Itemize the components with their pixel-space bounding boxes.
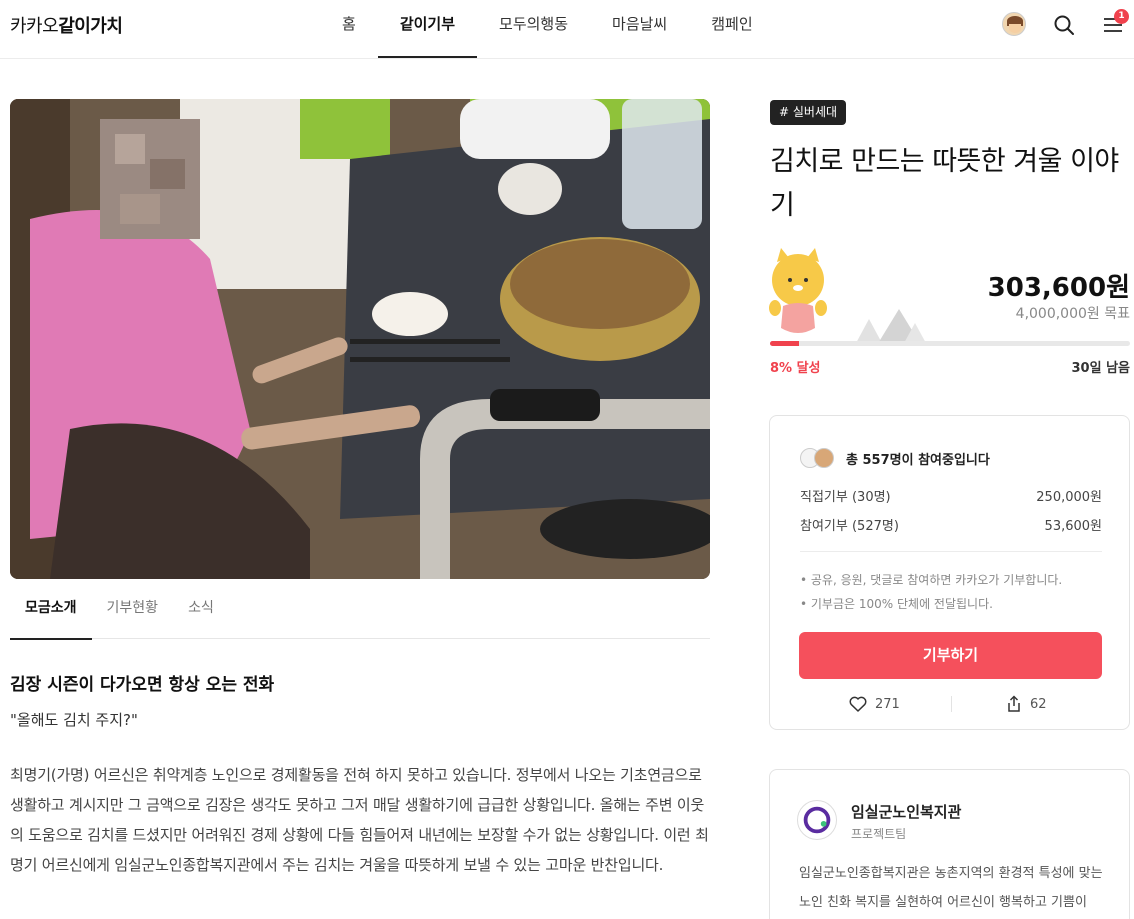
tab-news[interactable]: 소식 xyxy=(173,590,229,639)
share-icon xyxy=(1008,695,1020,712)
nav-action[interactable]: 모두의행동 xyxy=(477,0,590,58)
note-full-delivery: • 기부금은 100% 단체에 전달됩니다. xyxy=(800,597,993,611)
content-tabs: 모금소개 기부현황 소식 xyxy=(10,590,710,640)
goal-amount: 4,000,000원 목표 xyxy=(1015,306,1130,322)
share-count: 62 xyxy=(1030,696,1047,712)
action-divider xyxy=(951,696,952,712)
organization-card: 임실군노인복지관 프로젝트팀 임실군노인종합복지관은 농촌지역의 환경적 특성에… xyxy=(769,769,1130,919)
search-icon[interactable] xyxy=(1053,14,1075,36)
mountains-icon xyxy=(855,309,927,345)
logo-bold: 같이가치 xyxy=(58,16,123,37)
raised-amount: 303,600원 xyxy=(987,273,1130,303)
photo-illustration xyxy=(10,99,710,579)
note-kakao-donates: • 공유, 응원, 댓글로 참여하면 카카오가 기부합니다. xyxy=(800,573,1063,587)
donation-card: 총 557명이 참여중입니다 직접기부 (30명) 250,000원 참여기부 … xyxy=(769,415,1130,730)
participation-donation-label: 참여기부 (527명) xyxy=(800,519,899,534)
heart-icon xyxy=(849,696,867,712)
user-avatar[interactable] xyxy=(1002,12,1026,36)
organization-team: 프로젝트팀 xyxy=(851,827,907,841)
participation-donation-value: 53,600원 xyxy=(1044,519,1102,534)
story-heading: 김장 시즌이 다가오면 항상 오는 전화 xyxy=(10,675,275,695)
days-remaining: 30일 남음 xyxy=(1071,361,1131,376)
direct-donation-row: 직접기부 (30명) 250,000원 xyxy=(800,486,1102,505)
nav-donate-together[interactable]: 같이기부 xyxy=(377,0,478,58)
story-quote: "올해도 김치 주지?" xyxy=(10,711,138,729)
organization-name[interactable]: 임실군노인복지관 xyxy=(851,801,961,822)
site-logo[interactable]: 카카오같이가치 xyxy=(10,12,123,38)
nav-campaign[interactable]: 캠페인 xyxy=(689,0,774,58)
share-button[interactable]: 62 xyxy=(1006,694,1047,714)
participation-donation-row: 참여기부 (527명) 53,600원 xyxy=(800,515,1102,534)
participant-count: 총 557명이 참여중입니다 xyxy=(846,453,990,468)
tab-donation-status[interactable]: 기부현황 xyxy=(92,590,174,639)
direct-donation-label: 직접기부 (30명) xyxy=(800,490,891,505)
avatar xyxy=(814,448,834,468)
campaign-photo xyxy=(10,99,710,579)
category-tag[interactable]: # 실버세대 xyxy=(770,100,847,125)
participant-avatars xyxy=(800,448,840,470)
divider xyxy=(800,551,1102,552)
progress-bar xyxy=(770,341,1130,346)
notification-badge: 1 xyxy=(1114,9,1129,24)
organization-description: 임실군노인종합복지관은 농촌지역의 환경적 특성에 맞는 노인 친화 복지를 실… xyxy=(799,866,1103,910)
main-nav: 홈 같이기부 모두의행동 마음날씨 캠페인 xyxy=(320,0,775,58)
donate-button[interactable]: 기부하기 xyxy=(799,632,1102,679)
logo-prefix: 카카오 xyxy=(10,16,59,37)
progress-percent: 8% 달성 xyxy=(770,361,821,376)
nav-home[interactable]: 홈 xyxy=(320,0,378,58)
progress-fill xyxy=(770,341,799,346)
mascot-character-icon xyxy=(769,248,827,333)
like-count: 271 xyxy=(875,696,900,712)
direct-donation-value: 250,000원 xyxy=(1036,490,1102,505)
like-button[interactable]: 271 xyxy=(849,694,900,714)
story-body: 최명기(가명) 어르신은 취약계층 노인으로 경제활동을 전혀 하지 못하고 있… xyxy=(10,766,709,874)
organization-logo-icon[interactable] xyxy=(797,800,837,840)
nav-mood-weather[interactable]: 마음날씨 xyxy=(590,0,689,58)
story-section: 김장 시즌이 다가오면 항상 오는 전화 "올해도 김치 주지?" 최명기(가명… xyxy=(10,670,710,880)
top-header: 카카오같이가치 홈 같이기부 모두의행동 마음날씨 캠페인 1 xyxy=(0,0,1134,59)
campaign-title: 김치로 만드는 따뜻한 겨울 이야기 xyxy=(770,146,1119,221)
tab-intro[interactable]: 모금소개 xyxy=(10,590,92,640)
